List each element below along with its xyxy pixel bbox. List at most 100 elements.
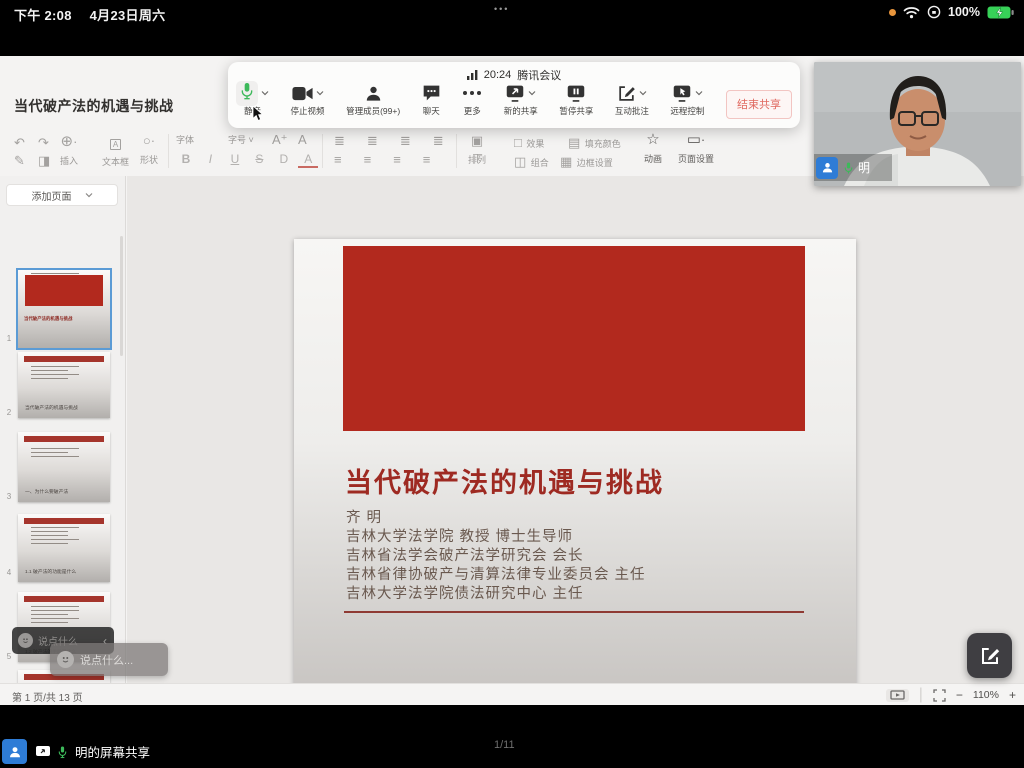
share-status-cluster[interactable]: 明的屏幕共享 [2,739,150,764]
meeting-toolbar: 20:24 腾讯会议 静音 [228,62,800,128]
redo-icon: ↷ [38,135,49,150]
meeting-duration: 20:24 [484,69,512,81]
font-color-button[interactable]: A [298,152,318,168]
highlight-button[interactable]: D [274,152,294,166]
annotation-fab-button[interactable] [967,633,1012,678]
font-size-dropdown[interactable]: 字号 ˅ [228,133,254,146]
page-setup-button[interactable]: ▭· 页面设置 [678,130,714,167]
textbox-icon: A [110,139,121,150]
toolbar-divider [322,134,323,168]
slide-red-rectangle [343,246,805,431]
slide-thumbnail-1[interactable]: 当代破产法的机遇与挑战 [18,270,110,348]
emoji-icon[interactable] [57,651,74,668]
document-title: 当代破产法的机遇与挑战 [14,96,174,116]
remote-control-button[interactable]: 远程控制 [670,82,704,117]
redo-button[interactable]: ↷ [38,134,49,152]
remote-control-icon [672,84,692,103]
list-buttons[interactable]: ≣≣≣≣ [334,132,466,150]
insert-icon: ⊕ [61,133,74,150]
slide-thumbnail-2[interactable]: 当代破产法的机遇与挑战 [18,352,110,418]
person-icon [821,161,834,174]
undo-button[interactable]: ↶ [14,134,25,152]
participant-avatar-badge [816,157,838,179]
thumbnail-scrollbar[interactable] [120,236,123,356]
font-size-up-button[interactable]: A⁺ [272,132,288,148]
slide-number: 5 [4,652,14,661]
mic-in-use-dot-icon [889,9,896,16]
thumb-red-bar [24,518,105,524]
slide-number: 2 [4,408,14,417]
effect-icon: □ [514,135,522,150]
meeting-bottom-bar: 明的屏幕共享 1/11 [0,705,1024,768]
chevron-down-icon [316,89,324,97]
chat-bubble-icon [422,84,441,102]
slide-thumbnail-3[interactable]: 一、为什么要破产法 [18,432,110,502]
shapes-button[interactable]: ○· 形状 [140,132,158,168]
manage-members-button[interactable]: 管理成员(99+) [346,82,400,117]
effect-button[interactable]: □ 效果 [514,134,544,152]
screen-share-icon [35,745,51,759]
chevron-down-icon [528,89,536,97]
arrange-icon: ▣ [471,133,483,148]
group-button[interactable]: ◫ 组合 [514,153,549,171]
zoom-in-button[interactable]: + [1009,688,1016,702]
battery-percent: 100% [948,5,980,19]
mic-on-icon [843,161,854,175]
slide-number: 3 [4,492,14,501]
meeting-app-title: 腾讯会议 [517,67,561,83]
sharer-avatar-badge [2,739,27,764]
battery-charging-icon [987,6,1014,19]
strikethrough-button[interactable]: S [249,152,269,166]
format-painter-button[interactable]: ✎ [14,152,25,170]
current-slide[interactable]: 当代破产法的机遇与挑战 齐 明 吉林大学法学院 教授 博士生导师 吉林省法学会破… [294,239,856,691]
chevron-down-icon [85,191,93,199]
slide-panel: 添加页面 当代破产法的机遇与挑战 1 当代破产法的机遇与挑战 2 一、为什么要破… [0,176,126,683]
new-share-button[interactable]: 新的共享 [504,82,538,117]
slide-title: 当代破产法的机遇与挑战 [345,461,664,500]
mic-on-icon [57,745,68,759]
underline-button[interactable]: U [225,152,245,166]
border-settings-button[interactable]: ▦ 边框设置 [560,153,613,171]
chat-button[interactable]: 聊天 [422,82,441,117]
self-video-tile[interactable]: 明 [814,62,1021,186]
share-status-text: 明的屏幕共享 [75,742,150,761]
italic-button[interactable]: I [200,152,220,166]
annotate-pen-icon [617,84,636,103]
app-status-bar: 第 1 页/共 13 页 | − 110% + [0,683,1024,705]
person-icon [8,745,22,759]
play-slideshow-button[interactable] [886,689,909,702]
zoom-out-button[interactable]: − [956,688,963,702]
slide-thumbnail-4[interactable]: 1.1 破产法的功能是什么 [18,514,110,582]
signal-bars-icon [467,70,478,80]
fit-screen-button[interactable] [933,689,946,702]
chat-input-expanded[interactable]: 说点什么... [50,643,168,676]
emoji-icon[interactable] [18,633,33,648]
zoom-level: 110% [973,689,999,701]
page-info: 第 1 页/共 13 页 [12,689,83,704]
slide-underline [344,611,804,613]
participant-name: 明 [858,159,870,176]
chevron-down-icon [639,89,647,97]
add-page-button[interactable]: 添加页面 [6,184,118,206]
arrange-button[interactable]: ▣ 排列 [468,132,486,168]
annotation-button[interactable]: 互动批注 [615,82,649,117]
insert-button[interactable]: ⊕· 插入 [60,132,78,169]
stop-video-button[interactable]: 停止视频 [291,82,325,117]
align-buttons[interactable]: ≡≡≡≡ [334,151,452,169]
textbox-button[interactable]: A 文本框 [102,134,129,170]
page-setup-icon: ▭ [687,131,701,148]
chat-placeholder: 说点什么... [80,652,133,668]
fill-color-button[interactable]: ▤ 填充颜色 [568,134,621,152]
mouse-cursor [252,106,265,122]
font-size-down-button[interactable]: A [298,132,307,147]
more-button[interactable]: 更多 [462,82,482,117]
bold-button[interactable]: B [176,152,196,166]
eraser-icon: ◨ [38,153,50,168]
animation-button[interactable]: ☆ 动画 [644,130,662,167]
shapes-icon: ○ [143,133,151,148]
pause-share-button[interactable]: 暂停共享 [559,82,593,117]
thumb-red-bar [24,356,105,362]
end-share-button[interactable]: 结束共享 [726,90,792,119]
undo-icon: ↶ [14,135,25,150]
clear-format-button[interactable]: ◨ [38,152,50,170]
